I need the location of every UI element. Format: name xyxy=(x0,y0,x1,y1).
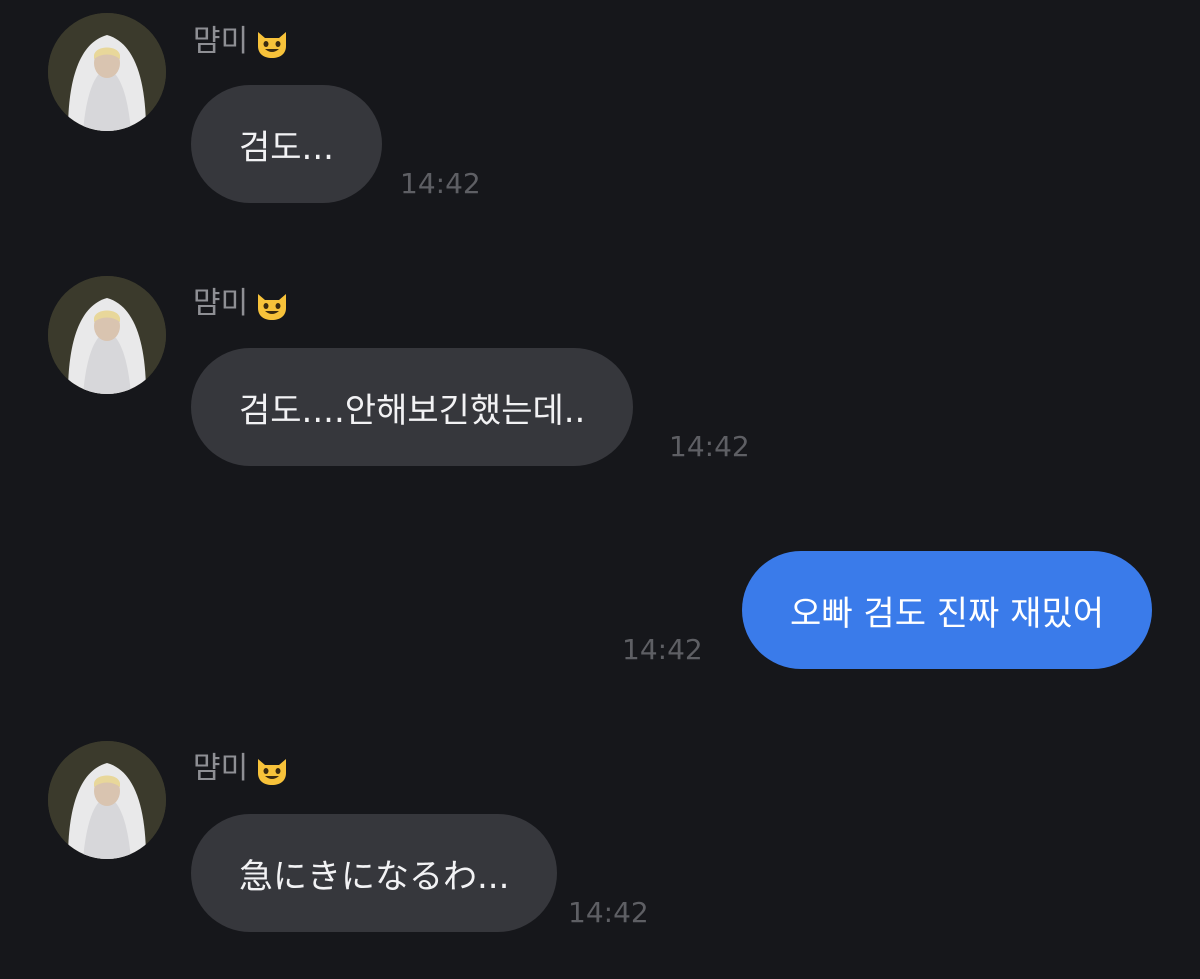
message-timestamp: 14:42 xyxy=(669,430,750,463)
sender-name-text: 먐미 xyxy=(193,24,249,59)
avatar[interactable] xyxy=(48,276,166,394)
sender-name-text: 먐미 xyxy=(193,751,249,786)
message-timestamp: 14:42 xyxy=(568,896,649,929)
smiling-cat-icon xyxy=(254,286,290,322)
message-bubble-incoming[interactable]: 검도... xyxy=(191,85,382,203)
sender-name: 먐미 xyxy=(193,749,290,789)
sender-name: 먐미 xyxy=(193,284,290,324)
message-text: 검도....안해보긴했는데.. xyxy=(239,390,586,431)
avatar[interactable] xyxy=(48,13,166,131)
message-text: 急にきになるわ... xyxy=(239,856,510,897)
sender-name-text: 먐미 xyxy=(193,286,249,321)
message-timestamp: 14:42 xyxy=(400,167,481,200)
chat-conversation: 먐미 검도... 14:42 먐미 검도....안해보긴했는데.. 14:42 … xyxy=(0,0,1200,979)
message-text: 검도... xyxy=(239,127,334,168)
avatar[interactable] xyxy=(48,741,166,859)
message-text: 오빠 검도 진짜 재밌어 xyxy=(790,593,1104,634)
message-bubble-incoming[interactable]: 검도....안해보긴했는데.. xyxy=(191,348,634,466)
message-bubble-outgoing[interactable]: 오빠 검도 진짜 재밌어 xyxy=(742,551,1152,669)
sender-name: 먐미 xyxy=(193,22,290,62)
smiling-cat-icon xyxy=(254,24,290,60)
message-timestamp: 14:42 xyxy=(622,633,703,666)
smiling-cat-icon xyxy=(254,751,290,787)
message-bubble-incoming[interactable]: 急にきになるわ... xyxy=(191,814,558,932)
